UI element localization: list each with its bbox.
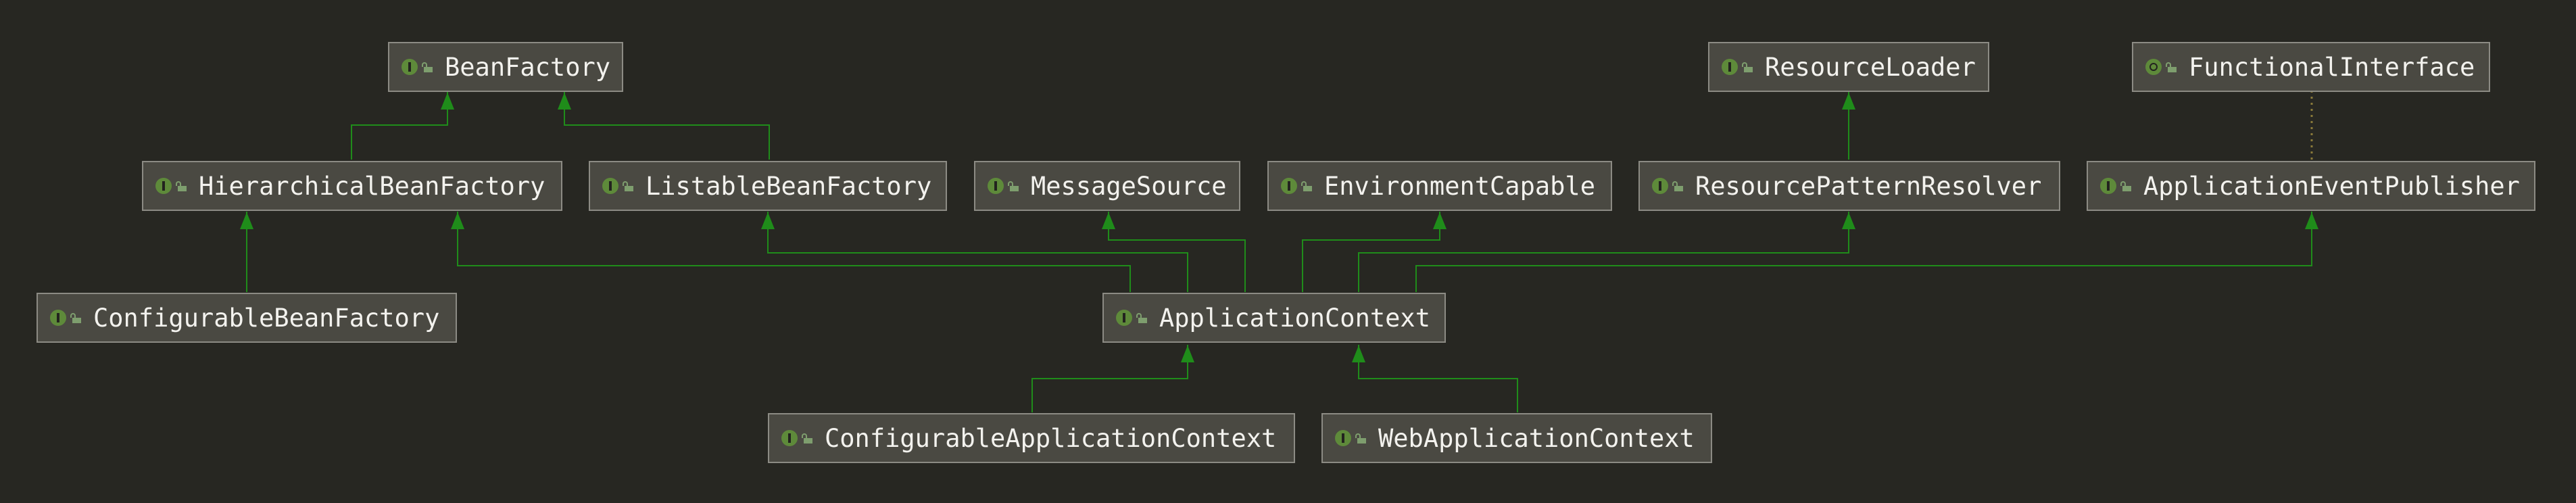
node-label: ApplicationEventPublisher bbox=[2143, 171, 2520, 201]
node-label: ResourceLoader bbox=[1765, 52, 1976, 82]
node-label: ConfigurableBeanFactory bbox=[93, 303, 440, 333]
node-label: ConfigurableApplicationContext bbox=[825, 423, 1277, 453]
public-visibility-icon bbox=[176, 181, 187, 191]
node-label: ApplicationContext bbox=[1159, 303, 1430, 333]
node-applicationcontext[interactable]: ApplicationContext bbox=[1102, 293, 1446, 343]
public-visibility-icon bbox=[1136, 312, 1147, 323]
diagram-canvas: BeanFactory ResourceLoader FunctionalInt… bbox=[0, 0, 2576, 503]
public-visibility-icon bbox=[1742, 62, 1753, 72]
interface-icon bbox=[1281, 178, 1297, 194]
node-label: ListableBeanFactory bbox=[646, 171, 932, 201]
arrowhead bbox=[240, 212, 253, 229]
edge-applicationcontext-environmentcapable bbox=[1302, 212, 1440, 292]
arrowhead bbox=[1102, 212, 1115, 229]
public-visibility-icon bbox=[422, 62, 433, 72]
arrowhead bbox=[558, 93, 571, 110]
node-resourcepatternresolver[interactable]: ResourcePatternResolver bbox=[1638, 161, 2060, 211]
node-hierarchicalbeanfactory[interactable]: HierarchicalBeanFactory bbox=[142, 161, 562, 211]
public-visibility-icon bbox=[623, 181, 633, 191]
arrowhead bbox=[1181, 345, 1194, 362]
node-label: ResourcePatternResolver bbox=[1695, 171, 2042, 201]
node-label: HierarchicalBeanFactory bbox=[199, 171, 545, 201]
node-resourceloader[interactable]: ResourceLoader bbox=[1708, 42, 1989, 92]
edge-applicationcontext-resourcepatternresolver bbox=[1358, 212, 1849, 292]
interface-icon bbox=[402, 59, 418, 75]
node-label: EnvironmentCapable bbox=[1324, 171, 1595, 201]
arrowhead bbox=[1842, 93, 1855, 110]
interface-icon bbox=[988, 178, 1004, 194]
edge-applicationcontext-listablebeanfactory bbox=[767, 212, 1188, 292]
arrowhead bbox=[441, 93, 454, 110]
node-listablebeanfactory[interactable]: ListableBeanFactory bbox=[589, 161, 947, 211]
node-label: MessageSource bbox=[1031, 171, 1227, 201]
public-visibility-icon bbox=[1355, 433, 1366, 444]
arrowhead bbox=[1842, 212, 1855, 229]
node-beanfactory[interactable]: BeanFactory bbox=[388, 42, 623, 92]
public-visibility-icon bbox=[70, 312, 81, 323]
arrowhead bbox=[1433, 212, 1447, 229]
edge-hierarchicalbeanfactory-beanfactory bbox=[351, 92, 448, 160]
node-label: BeanFactory bbox=[445, 52, 611, 82]
node-functionalinterface[interactable]: FunctionalInterface bbox=[2132, 42, 2490, 92]
node-configurableapplicationcontext[interactable]: ConfigurableApplicationContext bbox=[768, 413, 1295, 463]
edge-applicationcontext-applicationeventpublisher bbox=[1415, 212, 2312, 292]
node-messagesource[interactable]: MessageSource bbox=[974, 161, 1240, 211]
public-visibility-icon bbox=[1301, 181, 1312, 191]
arrowhead bbox=[451, 212, 464, 229]
interface-icon bbox=[1652, 178, 1668, 194]
interface-icon bbox=[781, 430, 798, 446]
interface-icon bbox=[2100, 178, 2116, 194]
node-label: WebApplicationContext bbox=[1378, 423, 1695, 453]
interface-icon bbox=[1116, 310, 1132, 326]
public-visibility-icon bbox=[1008, 181, 1019, 191]
interface-icon bbox=[50, 310, 66, 326]
annotation-icon bbox=[2145, 59, 2162, 75]
node-applicationeventpublisher[interactable]: ApplicationEventPublisher bbox=[2087, 161, 2535, 211]
edge-applicationcontext-hierarchicalbeanfactory bbox=[457, 212, 1131, 292]
node-webapplicationcontext[interactable]: WebApplicationContext bbox=[1321, 413, 1712, 463]
public-visibility-icon bbox=[2166, 62, 2177, 72]
interface-icon bbox=[1335, 430, 1351, 446]
node-environmentcapable[interactable]: EnvironmentCapable bbox=[1267, 161, 1612, 211]
interface-icon bbox=[1722, 59, 1738, 75]
edge-applicationcontext-messagesource bbox=[1108, 212, 1246, 292]
arrowhead bbox=[1352, 345, 1365, 362]
edge-configurableapplicationcontext-applicationcontext bbox=[1031, 345, 1188, 412]
public-visibility-icon bbox=[1672, 181, 1683, 191]
arrowhead bbox=[761, 212, 775, 229]
edge-webapplicationcontext-applicationcontext bbox=[1358, 345, 1518, 412]
arrowhead bbox=[2305, 212, 2318, 229]
public-visibility-icon bbox=[2120, 181, 2131, 191]
edge-listablebeanfactory-beanfactory bbox=[564, 92, 770, 160]
interface-icon bbox=[602, 178, 618, 194]
interface-icon bbox=[155, 178, 172, 194]
node-configurablebeanfactory[interactable]: ConfigurableBeanFactory bbox=[37, 293, 457, 343]
public-visibility-icon bbox=[802, 433, 812, 444]
node-label: FunctionalInterface bbox=[2189, 52, 2475, 82]
